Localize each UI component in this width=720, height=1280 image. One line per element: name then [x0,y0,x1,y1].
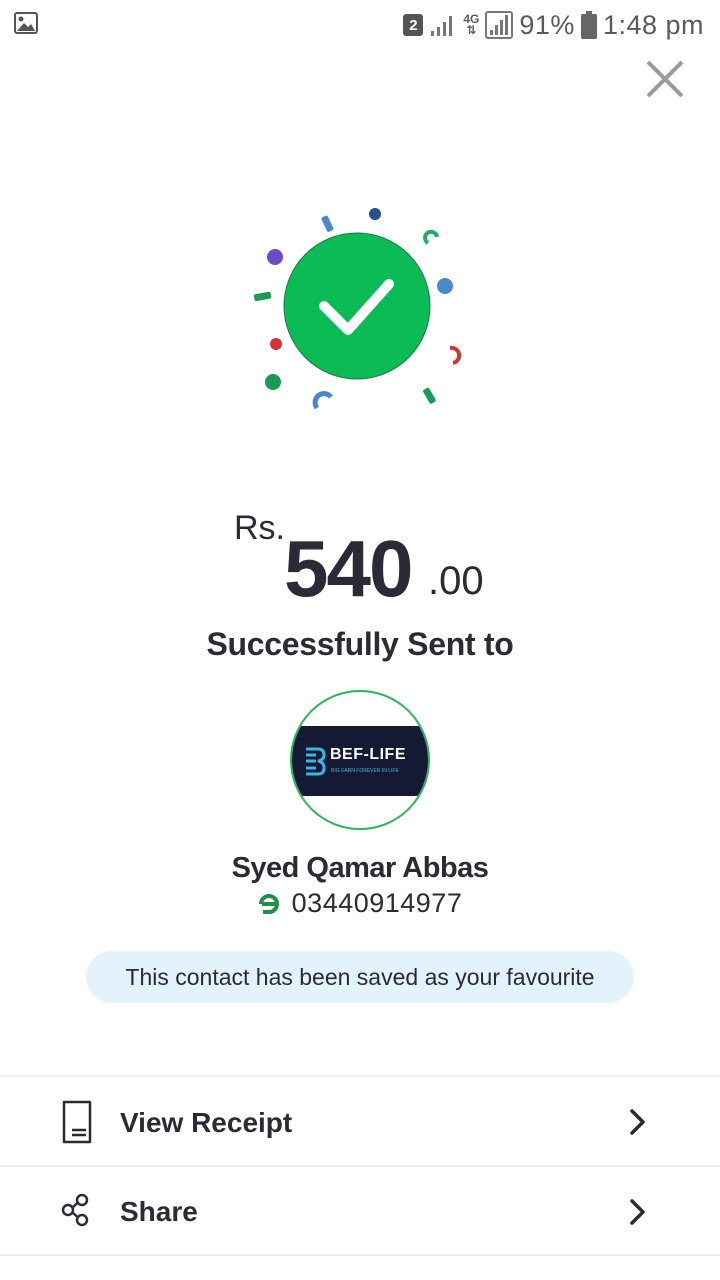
status-bar: 2 4G ⇅ 91% 1:48 pm [0,0,720,50]
close-icon[interactable] [644,58,686,100]
amount-value: 540 [284,524,413,613]
divider [0,1075,720,1077]
currency-label: Rs. [234,509,285,547]
success-illustration [253,208,462,410]
share-label: Share [120,1196,198,1227]
logo-name: BEF-LIFE [330,746,406,763]
favourite-notice: This contact has been saved as your favo… [86,951,634,1003]
recipient-phone: 03440914977 [291,888,463,918]
data-arrows-icon: ⇅ [466,23,477,37]
share-icon [61,1193,89,1227]
gallery-icon [14,12,38,34]
chevron-right-icon [630,1109,645,1135]
chevron-right-icon [630,1199,645,1225]
battery-percent: 91% [519,9,575,40]
view-receipt-row[interactable]: View Receipt [0,1078,720,1166]
bef-life-logo-mark [306,747,326,776]
success-title: Successfully Sent to [206,626,514,662]
receipt-icon [62,1100,92,1144]
amount-decimal: .00 [428,559,484,603]
network-4g-icon: 4G ⇅ [463,13,479,37]
divider [0,1254,720,1256]
logo-tagline: BIG EARN FOREVER IN LIFE [331,768,399,774]
signal-icon [485,11,514,39]
recipient-name: Syed Qamar Abbas [231,852,489,884]
easypaisa-icon [258,893,279,914]
recipient-logo: BEF-LIFE BIG EARN FOREVER IN LIFE [292,726,428,796]
battery-icon [580,11,597,39]
signal-icon [431,16,453,36]
status-icons: 2 4G ⇅ 91% 1:48 pm [403,6,704,44]
clock: 1:48 pm [602,9,704,40]
amount-display: Rs. 540 .00 [0,505,720,615]
divider [0,1165,720,1167]
view-receipt-label: View Receipt [120,1107,293,1138]
success-circle [283,232,431,380]
recipient-phone-row: 03440914977 [0,888,720,919]
sim-icon: 2 [403,14,424,36]
share-row[interactable]: Share [0,1168,720,1256]
recipient-avatar: BEF-LIFE BIG EARN FOREVER IN LIFE [290,690,430,830]
